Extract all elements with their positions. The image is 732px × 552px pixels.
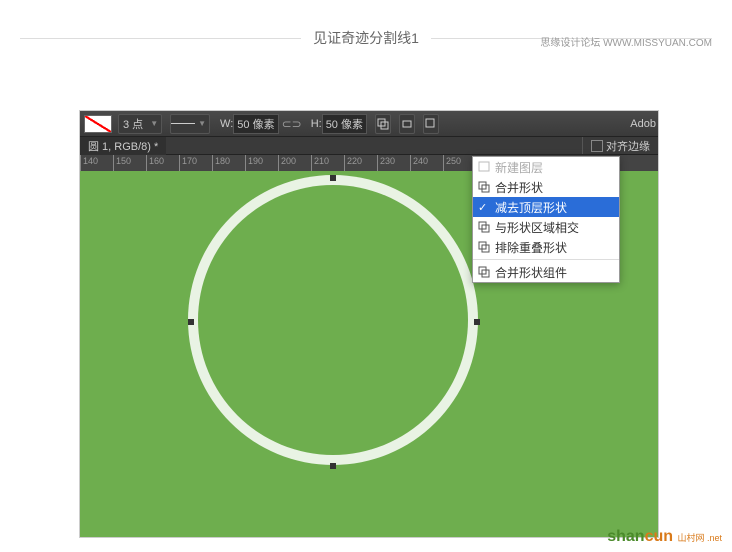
- exclude-icon: [478, 241, 491, 253]
- check-icon: ✓: [478, 201, 487, 214]
- options-bar: 3 点 ▼ ▼ W: 50 像素 ⊂⊃ H: 50 像素 Adob: [80, 111, 658, 137]
- ruler-tick: 150: [113, 155, 131, 171]
- stroke-line-icon: [171, 123, 195, 124]
- menu-item-subtract[interactable]: ✓ 减去顶层形状: [473, 197, 619, 217]
- align-icon: [400, 117, 414, 131]
- tab-bar: 圆 1, RGB/8) * 对齐边缘: [80, 137, 658, 155]
- intersect-icon: [478, 221, 491, 233]
- menu-label: 新建图层: [495, 159, 543, 176]
- adobe-brand: Adob: [630, 118, 656, 130]
- ruler-tick: 140: [80, 155, 98, 171]
- divider-label: 见证奇迹分割线1: [301, 28, 431, 48]
- ruler-tick: 190: [245, 155, 263, 171]
- divider-line-left: [20, 38, 301, 39]
- path-align-button[interactable]: [399, 114, 415, 134]
- stroke-width-value: 3 点: [119, 116, 147, 132]
- ruler-tick: 180: [212, 155, 230, 171]
- height-input[interactable]: 50 像素: [322, 114, 367, 134]
- anchor-point-top[interactable]: [330, 175, 336, 181]
- path-operations-menu: 新建图层 合并形状 ✓ 减去顶层形状 与形状区域相交 排除重叠形状 合并形状组件: [472, 156, 620, 283]
- combine-icon: [478, 181, 491, 193]
- ruler-tick: 160: [146, 155, 164, 171]
- ruler-tick: 240: [410, 155, 428, 171]
- menu-item-intersect[interactable]: 与形状区域相交: [473, 217, 619, 237]
- ruler-tick: 250: [443, 155, 461, 171]
- anchor-point-right[interactable]: [474, 319, 480, 325]
- anchor-point-left[interactable]: [188, 319, 194, 325]
- menu-label: 排除重叠形状: [495, 239, 567, 256]
- chevron-down-icon: ▼: [195, 119, 209, 128]
- height-label: H:: [311, 118, 322, 130]
- credit-text: 思缘设计论坛 WWW.MISSYUAN.COM: [540, 34, 712, 49]
- menu-item-exclude[interactable]: 排除重叠形状: [473, 237, 619, 257]
- path-arrange-button[interactable]: [423, 114, 439, 134]
- align-edges-label: 对齐边缘: [606, 138, 650, 154]
- stroke-style-dropdown[interactable]: ▼: [170, 114, 210, 134]
- watermark-subtitle: 山村网 .net: [677, 533, 722, 543]
- menu-separator: [473, 259, 619, 260]
- width-label: W:: [220, 118, 233, 130]
- path-operations-button[interactable]: [375, 114, 391, 134]
- menu-item-new-layer: 新建图层: [473, 157, 619, 177]
- circle-shape-inner: [198, 185, 468, 455]
- checkbox-icon: [591, 140, 603, 152]
- ruler-tick: 170: [179, 155, 197, 171]
- menu-label: 合并形状: [495, 179, 543, 196]
- menu-item-merge-components[interactable]: 合并形状组件: [473, 262, 619, 282]
- ruler-tick: 210: [311, 155, 329, 171]
- merge-icon: [478, 266, 491, 278]
- ruler-tick: 230: [377, 155, 395, 171]
- width-input[interactable]: 50 像素: [233, 114, 278, 134]
- link-icon[interactable]: ⊂⊃: [282, 117, 302, 131]
- ruler-tick: 200: [278, 155, 296, 171]
- watermark-part1: shan: [607, 528, 644, 545]
- document-tab[interactable]: 圆 1, RGB/8) *: [80, 137, 166, 155]
- ruler-tick: 220: [344, 155, 362, 171]
- watermark-logo: shancun 山村网 .net: [607, 528, 722, 546]
- stroke-width-dropdown[interactable]: 3 点 ▼: [118, 114, 162, 134]
- chevron-down-icon: ▼: [147, 119, 161, 128]
- new-layer-icon: [478, 161, 491, 173]
- menu-item-combine[interactable]: 合并形状: [473, 177, 619, 197]
- path-ops-icon: [376, 117, 390, 131]
- arrange-icon: [424, 117, 438, 131]
- menu-label: 减去顶层形状: [495, 199, 567, 216]
- menu-label: 与形状区域相交: [495, 219, 579, 236]
- watermark-part2: cun: [645, 528, 673, 545]
- stroke-color-swatch[interactable]: [84, 115, 112, 133]
- align-edges-toggle[interactable]: 对齐边缘: [582, 137, 658, 154]
- menu-label: 合并形状组件: [495, 264, 567, 281]
- anchor-point-bottom[interactable]: [330, 463, 336, 469]
